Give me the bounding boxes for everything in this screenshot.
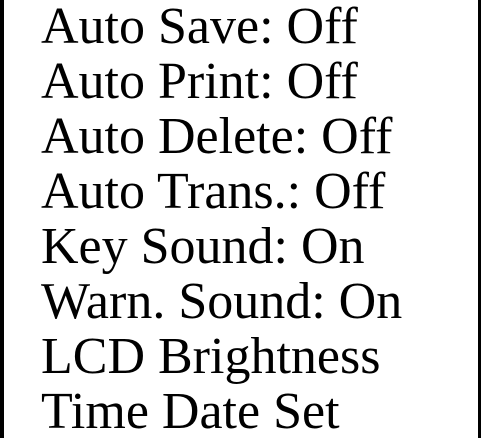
menu-item-lcd-brightness[interactable]: LCD Brightness — [41, 330, 380, 384]
settings-menu-panel: Auto Save: Off Auto Print: Off Auto Dele… — [0, 0, 481, 439]
menu-item-warn-sound[interactable]: Warn. Sound: On — [41, 275, 402, 329]
menu-item-auto-print[interactable]: Auto Print: Off — [41, 55, 358, 109]
menu-item-key-sound[interactable]: Key Sound: On — [41, 220, 365, 274]
menu-item-auto-save[interactable]: Auto Save: Off — [41, 0, 358, 54]
menu-item-time-date-set[interactable]: Time Date Set — [41, 385, 340, 439]
menu-item-auto-delete[interactable]: Auto Delete: Off — [41, 110, 392, 164]
menu-item-auto-trans[interactable]: Auto Trans.: Off — [41, 165, 385, 219]
